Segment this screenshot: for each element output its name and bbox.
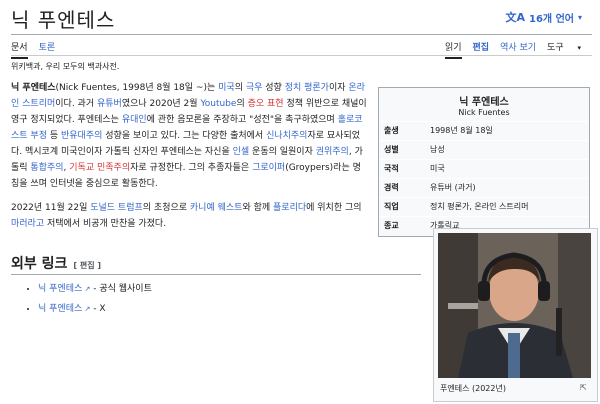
- tab-history[interactable]: 역사 보기: [500, 40, 536, 59]
- text-run: 의 초청으로: [142, 203, 190, 213]
- text-run: 였으나 2020년 2월: [121, 99, 201, 109]
- language-button[interactable]: 文A 16개 언어 ▾: [505, 9, 582, 25]
- wiki-link[interactable]: 인셀: [233, 147, 250, 157]
- red-link[interactable]: 기독교 민족주의: [69, 163, 130, 173]
- infobox-table: 출생 1998년 8월 18일 성별 남성 국적 미국 경력 유튜버 (과거) 직업 정치 평론가…: [379, 121, 589, 236]
- infobox-title: 닉 푸엔테스: [459, 97, 509, 108]
- text-run: 이다. 과거: [55, 99, 97, 109]
- section-divider: [11, 274, 421, 275]
- infobox-label: 출생: [379, 121, 425, 141]
- wiki-link[interactable]: 통합주의: [30, 163, 63, 173]
- wiki-link[interactable]: 카니예 웨스트: [190, 203, 243, 213]
- external-link-item: 닉 푸엔테스 ↗ - 공식 웹사이트: [38, 279, 152, 299]
- infobox-row: 국적 미국: [379, 159, 589, 179]
- wiki-link[interactable]: 유튜버: [97, 99, 122, 109]
- enlarge-icon[interactable]: ⇱: [580, 383, 587, 392]
- tab-tools[interactable]: 도구 ▾: [547, 40, 592, 59]
- tab-edit[interactable]: 편집: [473, 40, 490, 59]
- section-heading-label: 외부 링크: [11, 256, 68, 272]
- lead-paragraph-1: 닉 푸엔테스(Nick Fuentes, 1998년 8월 18일 ~)는 미국…: [11, 80, 367, 192]
- text-run: 의: [236, 99, 248, 109]
- wiki-link[interactable]: 유대인: [122, 115, 147, 125]
- view-tabs: 읽기 편집 역사 보기 도구 ▾: [444, 40, 592, 59]
- wiki-link[interactable]: 극우: [246, 83, 263, 93]
- text-run: (Nick Fuentes, 1998년 8월 18일 ~)는: [55, 83, 219, 93]
- language-count: 16개 언어: [528, 13, 574, 25]
- infobox-value: 정치 평론가, 온라인 스트리머: [425, 197, 589, 217]
- infobox-value: 미국: [425, 159, 589, 179]
- infobox-row: 직업 정치 평론가, 온라인 스트리머: [379, 197, 589, 217]
- link-description: - X: [90, 304, 106, 314]
- portrait-illustration: [438, 233, 591, 378]
- link-description: - 공식 웹사이트: [90, 284, 152, 294]
- wiki-link[interactable]: 그로이퍼: [252, 163, 285, 173]
- title-divider: [11, 34, 592, 35]
- text-run: 저택에서 비공개 만찬을 가졌다.: [44, 219, 167, 229]
- text-run: 와 함께: [242, 203, 274, 213]
- infobox-label: 종교: [379, 216, 425, 236]
- infobox-label: 성별: [379, 140, 425, 160]
- tab-talk[interactable]: 토론: [39, 40, 56, 59]
- infobox-label: 직업: [379, 197, 425, 217]
- tab-divider: [11, 55, 592, 56]
- infobox-value: 유튜버 (과거): [425, 178, 589, 198]
- text-run: 에 위치한 그의: [306, 203, 362, 213]
- portrait-photo[interactable]: [438, 233, 591, 378]
- infobox-row: 경력 유튜버 (과거): [379, 178, 589, 198]
- infobox-value: 1998년 8월 18일: [425, 121, 589, 141]
- site-tagline: 위키백과, 우리 모두의 백과사전.: [11, 62, 120, 71]
- section-edit-link[interactable]: [ 편집 ]: [73, 261, 101, 270]
- article-body: 닉 푸엔테스(Nick Fuentes, 1998년 8월 18일 ~)는 미국…: [11, 80, 367, 240]
- infobox-label: 경력: [379, 178, 425, 198]
- section-heading: 외부 링크 [ 편집 ]: [11, 253, 101, 273]
- tab-article[interactable]: 문서: [11, 40, 28, 59]
- wiki-link[interactable]: 정치 평론가: [285, 83, 329, 93]
- external-link[interactable]: 닉 푸엔테스: [38, 304, 82, 314]
- infobox-label: 국적: [379, 159, 425, 179]
- infobox: 닉 푸엔테스 Nick Fuentes 출생 1998년 8월 18일 성별 남성 국적…: [378, 87, 590, 237]
- text-run: 성향: [262, 83, 285, 93]
- text-run: 성향을 보이고 있다. 그는 다양한 출처에서: [102, 131, 267, 141]
- wiki-link[interactable]: 플로리다: [273, 203, 306, 213]
- lead-paragraph-2: 2022년 11월 22일 도널드 트럼프의 초청으로 카니예 웨스트와 함께 …: [11, 200, 367, 232]
- wiki-link[interactable]: 신나치주의: [266, 131, 307, 141]
- text-run: 운동의 일원이자: [249, 147, 316, 157]
- text-run: 의: [234, 83, 246, 93]
- infobox-row: 성별 남성: [379, 140, 589, 160]
- infobox-value: 남성: [425, 140, 589, 160]
- photo-caption: 푸엔테스 (2022년): [440, 384, 506, 393]
- wiki-link[interactable]: 도널드 트럼프: [90, 203, 143, 213]
- infobox-header: 닉 푸엔테스 Nick Fuentes: [379, 88, 589, 121]
- red-link[interactable]: 증오 표현: [248, 99, 284, 109]
- translate-icon: 文A: [505, 11, 525, 24]
- wiki-link[interactable]: 반유대주의: [61, 131, 102, 141]
- wiki-link[interactable]: Youtube: [200, 99, 236, 109]
- external-link[interactable]: 닉 푸엔테스: [38, 284, 82, 294]
- text-run: 이자: [328, 83, 349, 93]
- wiki-link[interactable]: 마러라고: [11, 219, 44, 229]
- chevron-down-icon: ▾: [577, 12, 582, 22]
- infobox-row: 출생 1998년 8월 18일: [379, 121, 589, 141]
- tab-read[interactable]: 읽기: [444, 40, 462, 59]
- text-run: 자로 규정한다. 그의 추종자들은: [130, 163, 253, 173]
- namespace-tabs: 문서 토론: [11, 40, 66, 59]
- external-link-item: 닉 푸엔테스 ↗ - X: [38, 299, 152, 319]
- wiki-link[interactable]: 권위주의: [316, 147, 349, 157]
- wiki-link[interactable]: 미국: [218, 83, 235, 93]
- text-run: 에 관한 음모론을 주장하고 "성전"을 촉구하였으며: [146, 115, 338, 125]
- infobox-subtitle: Nick Fuentes: [458, 108, 510, 117]
- text-run: 등: [46, 131, 61, 141]
- bold-term: 닉 푸엔테스: [11, 83, 56, 93]
- page-title: 닉 푸엔테스: [11, 8, 116, 32]
- external-links-list: 닉 푸엔테스 ↗ - 공식 웹사이트닉 푸엔테스 ↗ - X: [26, 279, 152, 319]
- text-run: 2022년 11월 22일: [11, 203, 91, 213]
